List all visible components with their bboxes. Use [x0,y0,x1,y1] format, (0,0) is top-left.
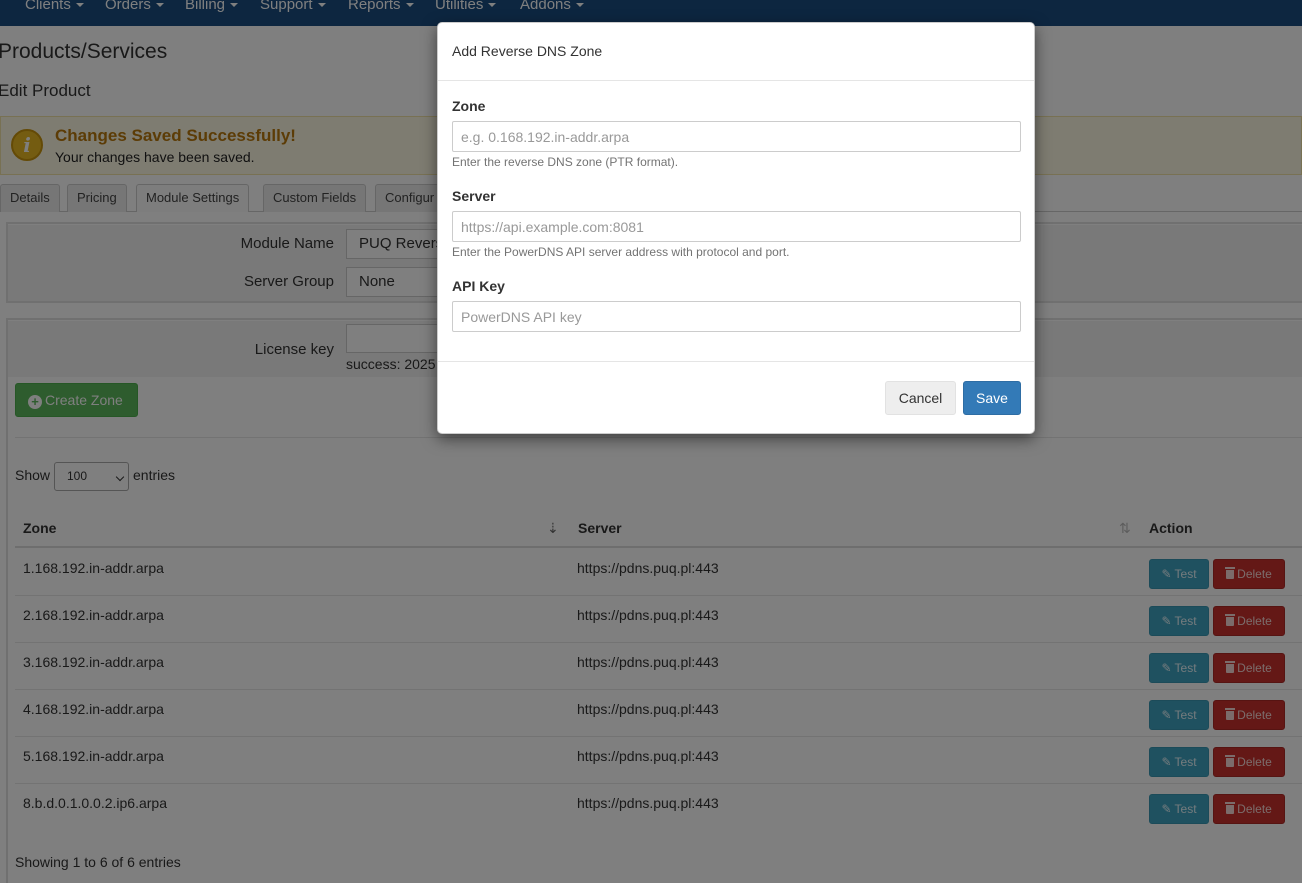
modal-title: Add Reverse DNS Zone [452,43,603,59]
server-help: Enter the PowerDNS API server address wi… [452,245,790,259]
zone-help: Enter the reverse DNS zone (PTR format). [452,155,679,169]
modal-footer-divider [438,361,1034,362]
save-button[interactable]: Save [963,381,1021,415]
server-label: Server [452,188,496,204]
zone-input[interactable] [452,121,1021,152]
zone-label: Zone [452,98,486,114]
api-key-label: API Key [452,278,505,294]
api-key-input[interactable] [452,301,1021,332]
modal-header-divider [438,80,1034,81]
server-input[interactable] [452,211,1021,242]
cancel-button[interactable]: Cancel [885,381,956,415]
add-zone-modal: Add Reverse DNS Zone Zone Enter the reve… [437,22,1035,434]
